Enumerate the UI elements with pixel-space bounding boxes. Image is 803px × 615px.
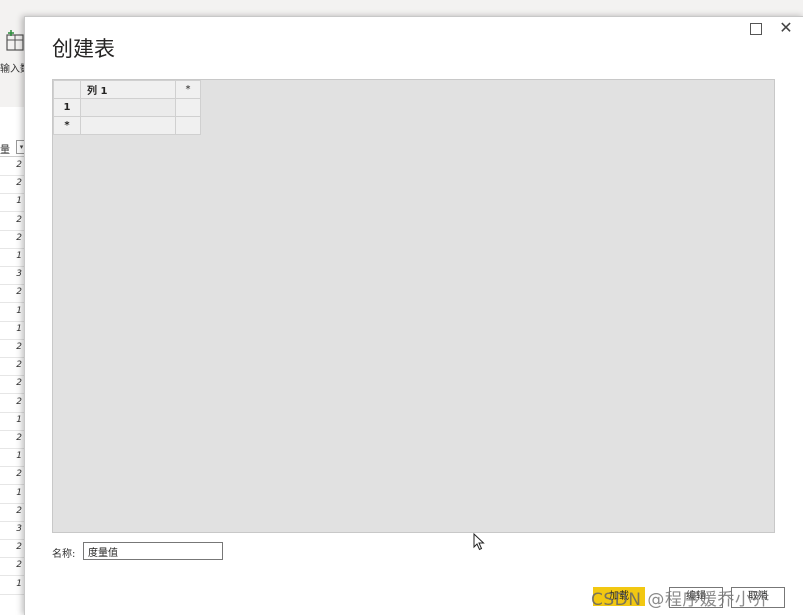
table-cell: 2	[16, 232, 22, 243]
dialog-title: 创建表	[52, 37, 115, 61]
maximize-icon[interactable]	[750, 23, 762, 35]
table-row: 2	[0, 503, 24, 522]
mouse-cursor-icon	[473, 533, 485, 551]
table-row: 3	[0, 266, 24, 286]
table-row: 1	[0, 412, 24, 431]
name-label: 名称:	[52, 549, 76, 560]
table-row: 1	[0, 576, 24, 595]
table-cell: 2	[16, 378, 22, 389]
table-cell: 1	[16, 487, 22, 498]
table-row: 2	[0, 157, 24, 176]
grid-cell[interactable]	[80, 98, 176, 117]
add-column-button[interactable]: *	[175, 80, 201, 99]
table-cell: 2	[16, 433, 22, 443]
grid-cell-empty	[175, 116, 201, 135]
table-row: 1	[0, 321, 24, 340]
background-column-header-label: 量	[0, 145, 10, 156]
table-row-new: *	[53, 116, 201, 135]
table-row: 1	[53, 98, 201, 117]
table-cell: 1	[16, 578, 22, 589]
table-row: 2	[0, 357, 24, 377]
table-row: 2	[0, 430, 24, 449]
table-cell: 2	[16, 178, 22, 189]
watermark-brand: CSDN	[591, 590, 642, 610]
table-row: 1	[0, 193, 24, 213]
table-row: 2	[0, 557, 24, 577]
grid-cell-new[interactable]	[80, 116, 176, 135]
close-icon[interactable]: ✕	[777, 19, 795, 37]
table-row: 2	[0, 212, 24, 231]
table-cell: 1	[16, 305, 22, 316]
table-row: 1	[0, 303, 24, 322]
watermark: CSDN @程序媛乔小乔	[591, 585, 770, 610]
table-cell: 2	[16, 160, 22, 170]
add-row-button[interactable]: *	[53, 116, 81, 135]
table-cell: 2	[16, 287, 22, 298]
table-row: 1	[0, 448, 24, 468]
table-cell: 2	[16, 360, 22, 371]
table-cell: 2	[16, 214, 22, 225]
table-row: 2	[0, 466, 24, 486]
table-cell: 1	[16, 196, 22, 207]
column-header-1[interactable]: 列 1	[80, 80, 176, 99]
create-table-dialog: 创建表 ✕ 列 1 * 1 * 名称: 加载 编辑 取消	[24, 16, 803, 615]
table-cell: 1	[16, 323, 22, 334]
table-row: 1	[0, 485, 24, 504]
data-entry-grid: 列 1 * 1 *	[53, 80, 201, 135]
table-row: 2	[0, 539, 24, 559]
table-cell: 2	[16, 342, 22, 352]
table-cell: 2	[16, 542, 22, 553]
table-row: 2	[0, 175, 24, 195]
table-row: 2	[0, 230, 24, 249]
table-name-input[interactable]	[83, 542, 223, 560]
table-row: 1	[0, 248, 24, 267]
background-column-header[interactable]: 量 ▾	[0, 139, 27, 157]
table-row: 2	[0, 284, 24, 304]
table-row: 2	[0, 339, 24, 358]
table-cell: 3	[16, 269, 22, 280]
table-cell: 1	[16, 451, 22, 462]
table-row: 2	[0, 394, 24, 413]
table-row: 2	[0, 375, 24, 395]
background-data-table: 量 ▾ 2 2 1 2 2 1 3 2 1 1 2 2 2 2 1 2 1 2 1 2 3 2 2 1	[0, 107, 27, 614]
grid-header-row: 列 1 *	[53, 80, 201, 99]
table-cell: 2	[16, 469, 22, 480]
table-cell: 2	[16, 505, 22, 516]
table-cell: 2	[16, 560, 22, 571]
grid-corner-cell[interactable]	[53, 80, 81, 99]
grid-cell-empty	[175, 98, 201, 117]
row-header-1[interactable]: 1	[53, 98, 81, 117]
table-cell: 1	[16, 414, 22, 425]
table-editor-area[interactable]: 列 1 * 1 *	[52, 79, 775, 551]
table-cell: 3	[16, 524, 22, 534]
table-row: 3	[0, 521, 24, 540]
table-cell: 1	[16, 251, 22, 261]
watermark-text: @程序媛乔小乔	[647, 590, 770, 610]
table-cell: 2	[16, 396, 22, 407]
